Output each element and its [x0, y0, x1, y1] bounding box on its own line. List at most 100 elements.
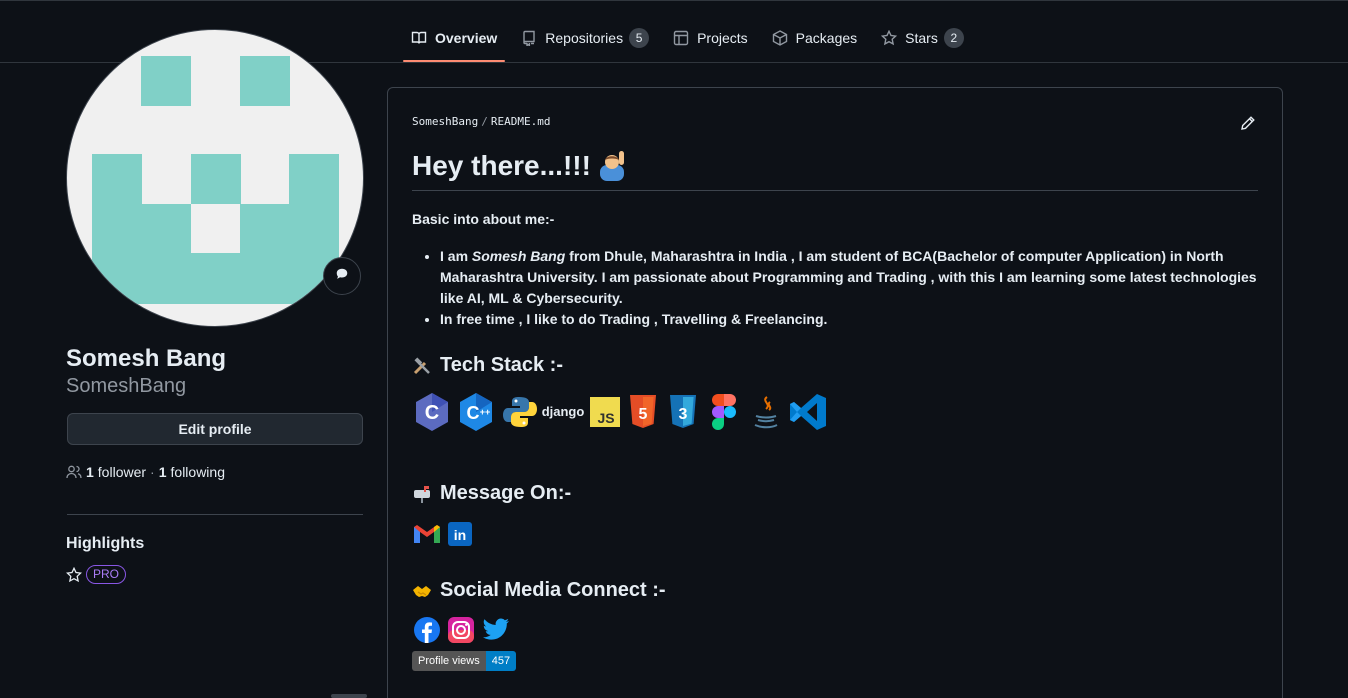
instagram-icon[interactable] [448, 617, 474, 643]
star-icon [66, 566, 82, 583]
tech-stack-heading: Tech Stack :- [412, 354, 563, 377]
tech-icons-row: C C ++ django JS 5 3 [414, 392, 828, 432]
profile-username: SomeshBang [66, 375, 187, 397]
tab-repositories[interactable]: Repositories 5 [513, 14, 657, 62]
django-icon[interactable]: django [542, 394, 584, 430]
top-border [0, 0, 1348, 1]
avatar-pixel [240, 56, 290, 106]
followers-label: follower [97, 464, 147, 480]
svg-text:C: C [467, 403, 480, 423]
css3-icon[interactable]: 3 [668, 395, 698, 429]
bio-text: I am [440, 248, 472, 264]
social-heading: Social Media Connect :- [412, 579, 666, 602]
followers-count: 1 [86, 464, 94, 480]
repo-icon [521, 30, 537, 47]
avatar-pixel [141, 204, 191, 304]
tab-overview[interactable]: Overview [403, 14, 506, 62]
figma-icon[interactable] [712, 394, 736, 430]
avatar-pixel [141, 56, 191, 106]
basic-info-text: Basic into about me:- [412, 211, 555, 227]
svg-text:JS: JS [597, 410, 614, 426]
speech-bubble-icon [335, 267, 349, 286]
following-label: following [170, 464, 225, 480]
svg-text:in: in [454, 527, 466, 543]
profile-views-label: Profile views [412, 651, 486, 671]
avatar-pixel [191, 154, 241, 204]
svg-text:django: django [542, 404, 584, 419]
set-status-button[interactable] [323, 257, 361, 295]
facebook-icon[interactable] [414, 617, 440, 643]
tab-label: Repositories [545, 30, 624, 46]
readme-file-link[interactable]: README.md [491, 115, 551, 128]
message-heading: Message On:- [412, 482, 571, 505]
edit-readme-button[interactable] [1240, 115, 1258, 133]
readme-card: SomeshBang / README.md Hey there...!!! Bas… [387, 87, 1283, 698]
pencil-icon [1240, 116, 1256, 135]
bio-item: In free time , I like to do Trading , Tr… [440, 309, 1260, 330]
raising-hand-icon [597, 151, 627, 181]
java-icon[interactable] [752, 394, 780, 430]
repo-count: 5 [629, 28, 650, 48]
linkedin-icon[interactable]: in [448, 522, 472, 546]
social-icons-row [414, 617, 510, 643]
tech-stack-title: Tech Stack :- [440, 354, 563, 376]
svg-text:5: 5 [639, 406, 648, 423]
avatar[interactable] [66, 29, 364, 327]
readme-heading: Hey there...!!! [412, 150, 1258, 191]
gmail-icon[interactable] [414, 523, 440, 545]
people-icon [66, 464, 82, 480]
python-icon[interactable] [502, 394, 538, 430]
follow-separator: · [150, 464, 155, 480]
avatar-pixel [191, 253, 241, 304]
handshake-icon [412, 581, 432, 601]
c-icon[interactable]: C [414, 392, 450, 432]
html5-icon[interactable]: 5 [628, 395, 658, 429]
tab-label: Packages [795, 30, 858, 46]
bio-item: I am Somesh Bang from Dhule, Maharashtra… [440, 246, 1260, 309]
book-icon [411, 30, 427, 46]
highlights-row: PRO [66, 565, 127, 584]
readme-breadcrumb: SomeshBang / README.md [412, 115, 550, 128]
bio-text: In free time , I like to do Trading , Tr… [440, 311, 828, 327]
stars-count: 2 [943, 28, 964, 48]
tab-label: Projects [697, 30, 748, 46]
bio-list: I am Somesh Bang from Dhule, Maharashtra… [440, 246, 1260, 330]
avatar-container [66, 29, 364, 327]
svg-text:3: 3 [679, 406, 688, 423]
tab-stars[interactable]: Stars 2 [873, 14, 972, 62]
mailbox-icon [412, 484, 432, 504]
breadcrumb-separator: / [481, 115, 488, 128]
profile-views-badge: Profile views 457 [412, 651, 517, 671]
star-icon [881, 29, 898, 46]
profile-tabs: Overview Repositories 5 Projects Package… [403, 14, 980, 62]
table-icon [673, 30, 689, 46]
tab-label: Stars [905, 30, 938, 46]
readme-heading-text: Hey there...!!! [412, 150, 591, 181]
avatar-pixel [92, 154, 142, 304]
sidebar-scroll-indicator [331, 694, 367, 698]
profile-full-name: Somesh Bang [66, 345, 227, 372]
highlights-title: Highlights [66, 535, 145, 552]
svg-text:++: ++ [480, 407, 491, 417]
package-icon [772, 30, 788, 46]
tab-packages[interactable]: Packages [764, 14, 865, 62]
tab-label: Overview [435, 30, 498, 46]
message-title: Message On:- [440, 482, 572, 504]
hammer-wrench-icon [412, 356, 432, 376]
sidebar-divider [67, 514, 363, 515]
following-link[interactable]: 1 following [159, 464, 225, 480]
twitter-icon[interactable] [482, 618, 510, 642]
javascript-icon[interactable]: JS [590, 397, 620, 427]
following-count: 1 [158, 464, 167, 480]
avatar-pixel [240, 204, 290, 304]
cpp-icon[interactable]: C ++ [458, 392, 494, 432]
vscode-icon[interactable] [788, 392, 828, 432]
edit-profile-button[interactable]: Edit profile [67, 413, 363, 445]
bio-name: Somesh Bang [471, 248, 566, 264]
tab-projects[interactable]: Projects [665, 14, 756, 62]
pro-badge[interactable]: PRO [86, 565, 127, 584]
social-title: Social Media Connect :- [440, 579, 666, 601]
profile-views-count: 457 [485, 651, 517, 671]
readme-owner-link[interactable]: SomeshBang [412, 115, 478, 128]
followers-link[interactable]: 1 follower [86, 464, 146, 480]
